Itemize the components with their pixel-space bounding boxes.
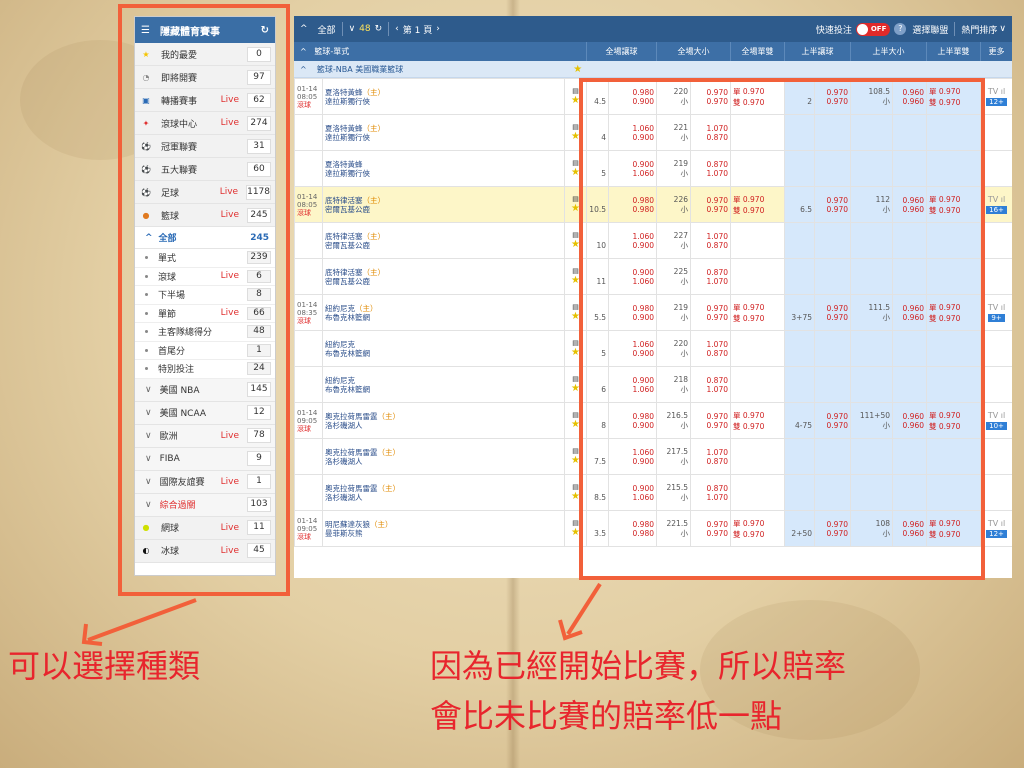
- annotation-left: 可以選擇種類: [8, 647, 201, 685]
- annotation-right-line1: 因為已經開始比賽，所以賠率: [430, 647, 847, 685]
- annotation-right-line2: 會比未比賽的賠率低一點: [430, 697, 783, 735]
